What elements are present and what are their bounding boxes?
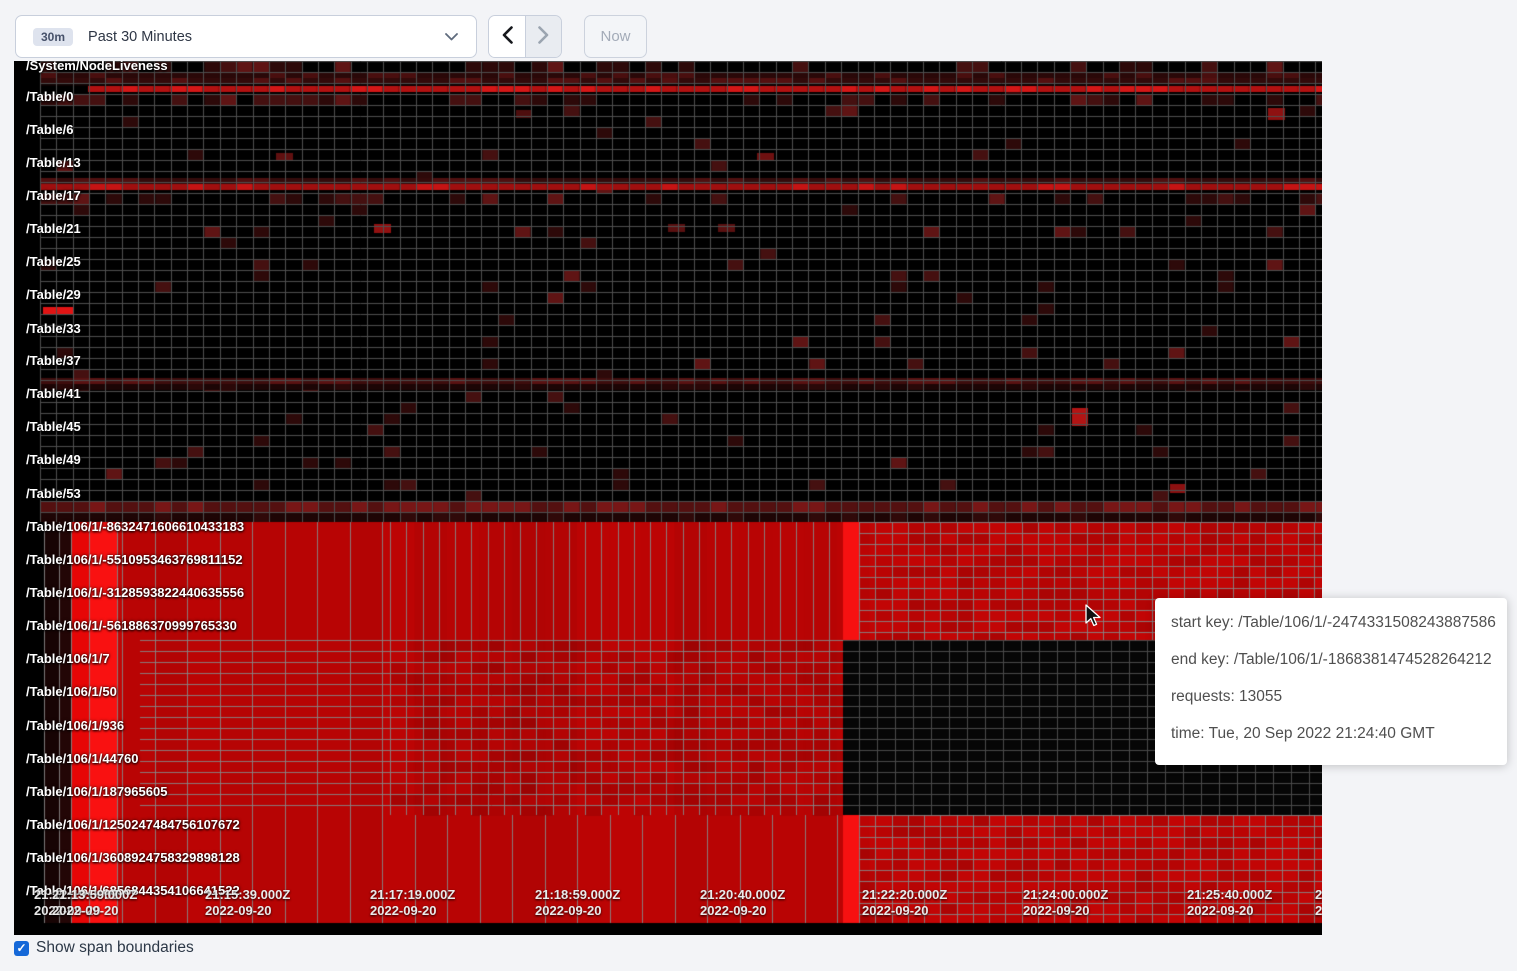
- tooltip-start-key: start key: /Table/106/1/-247433150824388…: [1171, 611, 1491, 634]
- hover-tooltip: start key: /Table/106/1/-247433150824388…: [1155, 598, 1507, 765]
- now-button[interactable]: Now: [584, 15, 647, 58]
- tooltip-end-key: end key: /Table/106/1/-18683814745282642…: [1171, 648, 1491, 671]
- show-span-boundaries-control: ✓ Show span boundaries: [14, 939, 194, 957]
- time-window-dropdown[interactable]: 30m Past 30 Minutes: [15, 15, 477, 58]
- pan-left-button[interactable]: [489, 16, 525, 57]
- tooltip-requests: requests: 13055: [1171, 685, 1491, 708]
- time-pan-button-group: [488, 15, 562, 58]
- chevron-left-icon: [502, 26, 513, 47]
- key-visualizer-heatmap[interactable]: /System/NodeLiveness/Table/0/Table/6/Tab…: [14, 61, 1322, 935]
- key-visualizer-page: 30m Past 30 Minutes Now /System/NodeLive…: [0, 0, 1517, 971]
- time-window-badge: 30m: [33, 28, 73, 46]
- chevron-right-icon: [538, 26, 549, 47]
- heatmap-canvas[interactable]: [14, 61, 1322, 935]
- pan-right-button[interactable]: [525, 16, 561, 57]
- chevron-down-icon: [445, 33, 458, 41]
- checkbox-checked-icon[interactable]: ✓: [14, 941, 29, 956]
- tooltip-time: time: Tue, 20 Sep 2022 21:24:40 GMT: [1171, 722, 1491, 745]
- time-window-label: Past 30 Minutes: [88, 29, 445, 45]
- show-span-boundaries-label: Show span boundaries: [36, 939, 194, 957]
